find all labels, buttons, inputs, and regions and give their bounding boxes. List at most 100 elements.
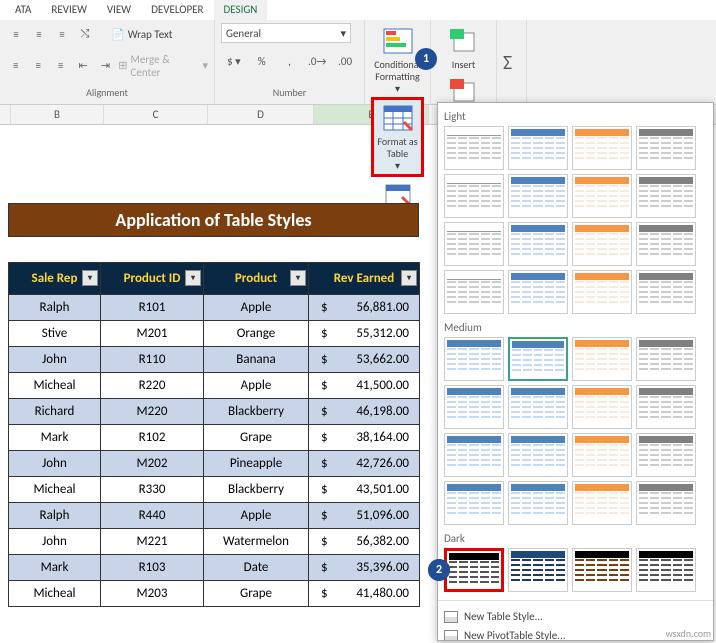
autosum-icon[interactable]: Σ: [503, 51, 512, 75]
cell-rev[interactable]: 41,500.00: [309, 373, 420, 399]
cell-rev[interactable]: 56,881.00: [309, 295, 420, 321]
table-style-swatch[interactable]: [444, 385, 504, 429]
table-style-swatch[interactable]: [572, 222, 632, 266]
table-row[interactable]: MarkR102Grape38,164.00: [9, 425, 420, 451]
table-style-swatch[interactable]: [636, 433, 696, 477]
insert-button[interactable]: Insert: [437, 23, 490, 73]
cell-pid[interactable]: R103: [101, 555, 204, 581]
cell-pid[interactable]: M221: [101, 529, 204, 555]
align-bottom-icon[interactable]: ≡: [52, 25, 72, 43]
table-style-swatch[interactable]: [636, 385, 696, 429]
cell-rev[interactable]: 55,312.00: [309, 321, 420, 347]
cell-rev[interactable]: 41,480.00: [309, 581, 420, 607]
table-style-swatch[interactable]: [444, 481, 504, 525]
filter-icon[interactable]: ▾: [401, 270, 417, 286]
increase-decimal-button[interactable]: .0→: [304, 55, 330, 75]
tab-developer[interactable]: DEVELOPER: [141, 0, 213, 20]
cell-pid[interactable]: M201: [101, 321, 204, 347]
table-style-swatch[interactable]: [508, 481, 568, 525]
table-style-swatch[interactable]: [508, 270, 568, 314]
cell-prod[interactable]: Orange: [204, 321, 309, 347]
col-header-c[interactable]: C: [104, 105, 208, 124]
cell-pid[interactable]: M220: [101, 399, 204, 425]
cell-pid[interactable]: R220: [101, 373, 204, 399]
format-as-table-button[interactable]: Format as Table▾: [371, 97, 424, 177]
table-row[interactable]: RalphR101Apple56,881.00: [9, 295, 420, 321]
orientation-icon[interactable]: ⤭: [75, 25, 95, 43]
cell-rev[interactable]: 56,382.00: [309, 529, 420, 555]
table-style-swatch[interactable]: [572, 481, 632, 525]
cell-pid[interactable]: R330: [101, 477, 204, 503]
header-product[interactable]: Product▾: [204, 263, 309, 295]
table-style-swatch[interactable]: [572, 270, 632, 314]
cell-rev[interactable]: 35,396.00: [309, 555, 420, 581]
title-cell[interactable]: Application of Table Styles: [8, 203, 419, 237]
table-style-swatch[interactable]: [444, 548, 504, 592]
filter-icon[interactable]: ▾: [290, 270, 306, 286]
cell-rev[interactable]: 42,726.00: [309, 451, 420, 477]
table-row[interactable]: MichealR220Apple41,500.00: [9, 373, 420, 399]
indent-increase-icon[interactable]: ⇥: [96, 57, 115, 75]
decrease-decimal-button[interactable]: .00: [332, 55, 358, 75]
cell-rep[interactable]: John: [9, 529, 101, 555]
align-center-icon[interactable]: ≡: [28, 57, 47, 75]
table-style-swatch[interactable]: [636, 337, 696, 381]
cell-rev[interactable]: 46,198.00: [309, 399, 420, 425]
cell-prod[interactable]: Date: [204, 555, 309, 581]
table-row[interactable]: RichardM220Blackberry46,198.00: [9, 399, 420, 425]
tab-view[interactable]: VIEW: [97, 0, 141, 20]
table-style-swatch[interactable]: [636, 548, 696, 592]
table-row[interactable]: MarkR103Date35,396.00: [9, 555, 420, 581]
table-style-swatch[interactable]: [444, 222, 504, 266]
cell-rev[interactable]: 51,096.00: [309, 503, 420, 529]
table-style-swatch[interactable]: [636, 481, 696, 525]
table-style-swatch[interactable]: [444, 126, 504, 170]
table-row[interactable]: JohnM221Watermelon56,382.00: [9, 529, 420, 555]
cell-pid[interactable]: M203: [101, 581, 204, 607]
table-style-swatch[interactable]: [508, 174, 568, 218]
cell-rep[interactable]: Micheal: [9, 373, 101, 399]
table-row[interactable]: RalphR440Apple51,096.00: [9, 503, 420, 529]
header-product-id[interactable]: Product ID▾: [101, 263, 204, 295]
table-style-swatch[interactable]: [444, 337, 504, 381]
table-style-swatch[interactable]: [572, 126, 632, 170]
cell-prod[interactable]: Blackberry: [204, 477, 309, 503]
table-style-swatch[interactable]: [636, 126, 696, 170]
table-row[interactable]: MichealR330Blackberry43,501.00: [9, 477, 420, 503]
filter-icon[interactable]: ▾: [82, 270, 98, 286]
number-format-select[interactable]: General ▾: [221, 23, 351, 43]
tab-review[interactable]: REVIEW: [41, 0, 97, 20]
cell-pid[interactable]: R101: [101, 295, 204, 321]
table-style-swatch[interactable]: [444, 433, 504, 477]
cell-rep[interactable]: Stive: [9, 321, 101, 347]
cell-rep[interactable]: Ralph: [9, 503, 101, 529]
cell-prod[interactable]: Apple: [204, 503, 309, 529]
align-right-icon[interactable]: ≡: [51, 57, 70, 75]
table-style-swatch[interactable]: [572, 174, 632, 218]
cell-rev[interactable]: 53,662.00: [309, 347, 420, 373]
cell-pid[interactable]: M202: [101, 451, 204, 477]
cell-rep[interactable]: Mark: [9, 555, 101, 581]
cell-pid[interactable]: R110: [101, 347, 204, 373]
cell-rep[interactable]: Micheal: [9, 477, 101, 503]
cell-rep[interactable]: John: [9, 347, 101, 373]
table-row[interactable]: MichealM203Grape41,480.00: [9, 581, 420, 607]
table-style-swatch[interactable]: [572, 548, 632, 592]
align-left-icon[interactable]: ≡: [6, 57, 25, 75]
table-style-swatch[interactable]: [508, 548, 568, 592]
table-row[interactable]: StiveM201Orange55,312.00: [9, 321, 420, 347]
percent-button[interactable]: %: [249, 55, 275, 75]
header-rev-earned[interactable]: Rev Earned▾: [309, 263, 420, 295]
merge-center-button[interactable]: ⊞ Merge & Center ▾: [118, 53, 208, 79]
cell-rep[interactable]: Ralph: [9, 295, 101, 321]
cell-rev[interactable]: 43,501.00: [309, 477, 420, 503]
cell-pid[interactable]: R102: [101, 425, 204, 451]
table-style-swatch[interactable]: [572, 337, 632, 381]
table-style-swatch[interactable]: [508, 433, 568, 477]
cell-prod[interactable]: Watermelon: [204, 529, 309, 555]
table-style-swatch[interactable]: [444, 174, 504, 218]
cell-rep[interactable]: Richard: [9, 399, 101, 425]
col-header-d[interactable]: D: [208, 105, 314, 124]
cell-prod[interactable]: Grape: [204, 425, 309, 451]
table-style-swatch[interactable]: [572, 385, 632, 429]
